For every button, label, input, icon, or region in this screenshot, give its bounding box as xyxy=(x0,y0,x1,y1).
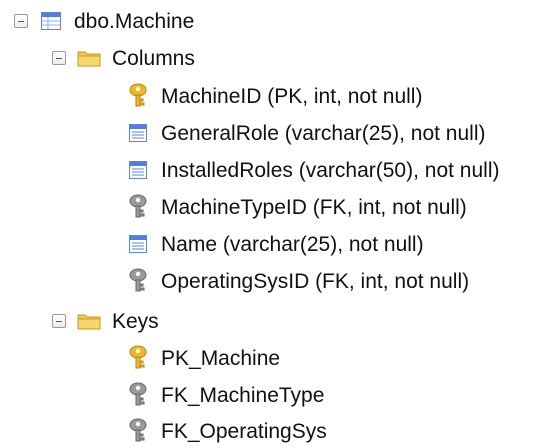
column-icon xyxy=(126,232,150,256)
keys-folder-label: Keys xyxy=(112,309,159,333)
table-icon xyxy=(39,9,63,33)
tree-node-column-installedroles[interactable]: InstalledRoles (varchar(50), not null) xyxy=(126,152,499,188)
primary-key-icon xyxy=(126,83,150,108)
tree-node-columns-folder[interactable]: Columns xyxy=(52,40,195,76)
tree-node-column-machineid[interactable]: MachineID (PK, int, not null) xyxy=(126,78,422,114)
folder-icon xyxy=(77,46,101,70)
tree-node-keys-folder[interactable]: Keys xyxy=(52,303,159,339)
column-label: InstalledRoles (varchar(50), not null) xyxy=(161,158,500,182)
column-label: OperatingSysID (FK, int, not null) xyxy=(161,269,470,293)
key-label: FK_MachineType xyxy=(161,383,325,407)
tree-node-column-name[interactable]: Name (varchar(25), not null) xyxy=(126,226,424,262)
tree-node-table[interactable]: dbo.Machine xyxy=(14,3,194,39)
columns-folder-label: Columns xyxy=(112,46,195,70)
collapse-toggle-icon[interactable] xyxy=(14,14,28,28)
collapse-toggle-icon[interactable] xyxy=(52,51,66,65)
tree-node-column-generalrole[interactable]: GeneralRole (varchar(25), not null) xyxy=(126,115,485,151)
foreign-key-icon xyxy=(126,418,150,443)
folder-icon xyxy=(77,309,101,333)
column-label: MachineTypeID (FK, int, not null) xyxy=(161,195,467,219)
column-label: Name (varchar(25), not null) xyxy=(161,232,424,256)
tree-node-key-pk-machine[interactable]: PK_Machine xyxy=(126,340,280,376)
tree-node-key-fk-operatingsys[interactable]: FK_OperatingSys xyxy=(126,413,327,448)
collapse-toggle-icon[interactable] xyxy=(52,314,66,328)
column-label: GeneralRole (varchar(25), not null) xyxy=(161,121,486,145)
table-label: dbo.Machine xyxy=(74,9,195,33)
tree-node-key-fk-machinetype[interactable]: FK_MachineType xyxy=(126,377,324,413)
key-label: FK_OperatingSys xyxy=(161,419,327,443)
column-icon xyxy=(126,158,150,182)
foreign-key-icon xyxy=(126,382,150,407)
primary-key-icon xyxy=(126,345,150,370)
tree-node-column-operatingsysid[interactable]: OperatingSysID (FK, int, not null) xyxy=(126,263,469,299)
foreign-key-icon xyxy=(126,194,150,219)
key-label: PK_Machine xyxy=(161,346,281,370)
column-label: MachineID (PK, int, not null) xyxy=(161,84,423,108)
column-icon xyxy=(126,121,150,145)
tree-node-column-machinetypeid[interactable]: MachineTypeID (FK, int, not null) xyxy=(126,189,467,225)
foreign-key-icon xyxy=(126,268,150,293)
